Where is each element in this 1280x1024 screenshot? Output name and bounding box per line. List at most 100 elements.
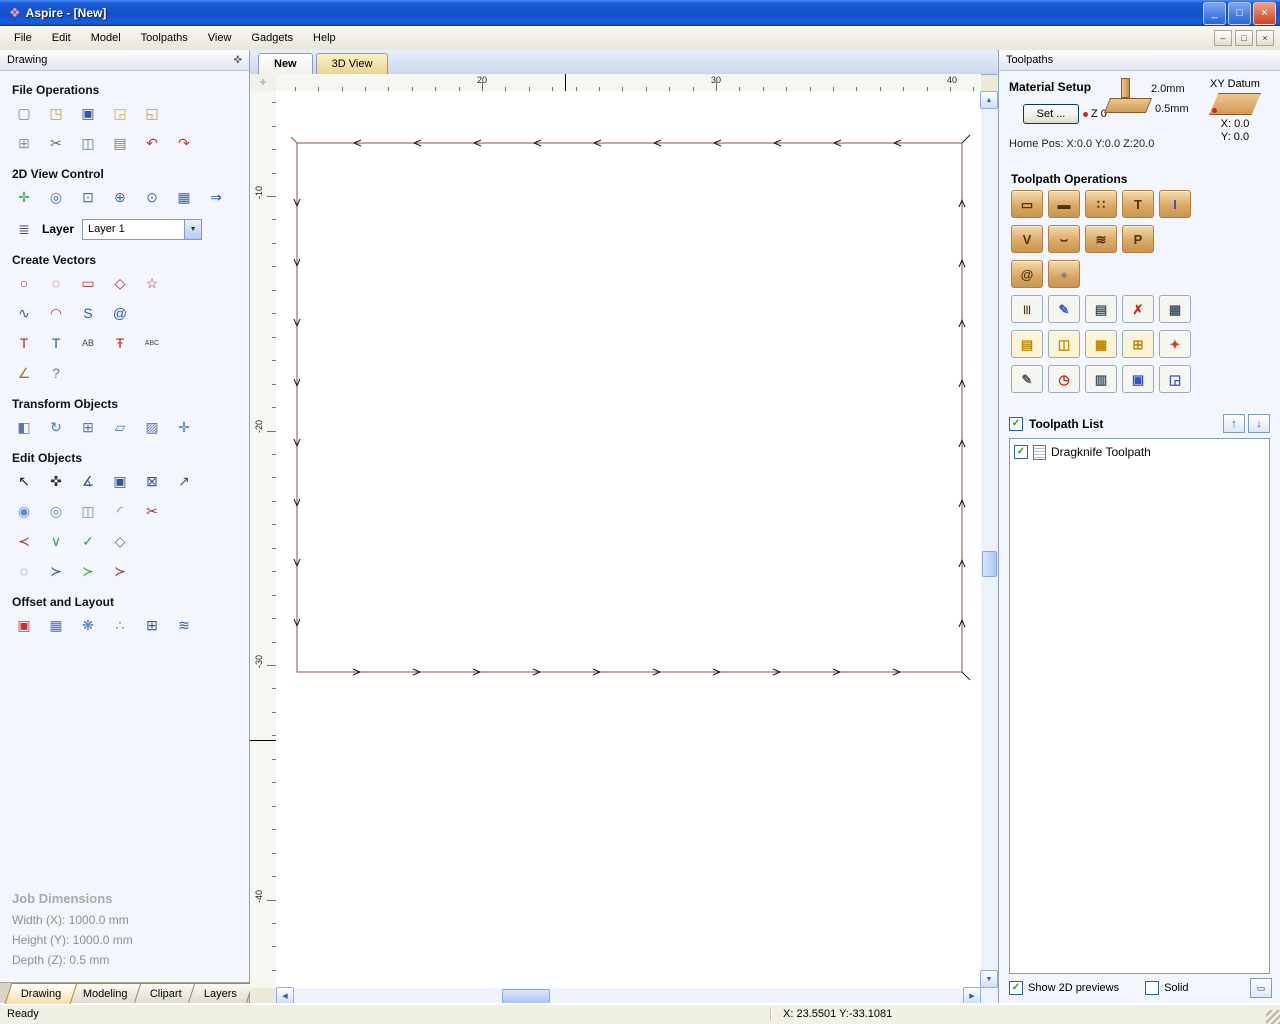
draw-polygon-icon[interactable]: ◇	[108, 271, 132, 295]
array-toolpath-icon[interactable]: ▦	[1085, 330, 1117, 358]
mirror-icon[interactable]: ◧	[12, 415, 36, 439]
nest-parts-icon[interactable]: ⊞	[140, 613, 164, 637]
clear-transform-icon[interactable]: ⊠	[140, 469, 164, 493]
join-with-curve-icon[interactable]: ≻	[76, 559, 100, 583]
open-examples-icon[interactable]: ◲	[108, 101, 132, 125]
menu-edit[interactable]: Edit	[42, 28, 81, 48]
draw-circle-icon[interactable]: ○	[12, 271, 36, 295]
node-edit-icon[interactable]: ✜	[44, 469, 68, 493]
trim-vectors-icon[interactable]: ✂	[140, 499, 164, 523]
menu-gadgets[interactable]: Gadgets	[241, 28, 303, 48]
solid-checkbox[interactable]	[1145, 981, 1160, 995]
show-2d-previews-checkbox[interactable]: ✓	[1009, 981, 1023, 995]
copy-along-vector-icon[interactable]: ∴	[108, 613, 132, 637]
toolpath-summary-icon[interactable]: ▥	[1085, 365, 1117, 393]
offset-vectors-icon[interactable]: ▣	[12, 613, 36, 637]
free-transform-icon[interactable]: ↗	[172, 469, 196, 493]
vertical-scroll-thumb[interactable]	[982, 551, 997, 577]
minimize-button[interactable]: _	[1203, 1, 1226, 25]
close-button[interactable]: ×	[1253, 1, 1276, 25]
maximize-button[interactable]: □	[1228, 1, 1251, 25]
drilling-toolpath-icon[interactable]: ∷	[1085, 190, 1117, 218]
zoom-interactive-icon[interactable]: ◎	[44, 185, 68, 209]
chevron-down-icon[interactable]: ▼	[184, 219, 202, 239]
engraving-toolpath-icon[interactable]: T	[1122, 190, 1154, 218]
toolpath-list-item[interactable]: ✓ Dragknife Toolpath	[1014, 443, 1265, 461]
curve-validator-icon[interactable]: ∨	[44, 529, 68, 553]
convert-curves-icon[interactable]: ◇	[108, 529, 132, 553]
pin-icon[interactable]: ✜	[234, 55, 242, 66]
move-up-button[interactable]: ↑	[1223, 414, 1245, 433]
text-box-icon[interactable]: T	[44, 331, 68, 355]
menu-view[interactable]: View	[198, 28, 242, 48]
simulate-toolpaths-icon[interactable]: ✦	[1159, 330, 1191, 358]
merge-toolpaths-icon[interactable]: ▤	[1011, 330, 1043, 358]
toolpath-template-icon[interactable]: ▤	[1085, 295, 1117, 323]
vector-texture-icon[interactable]: ≋	[172, 613, 196, 637]
paste-icon[interactable]: ▤	[108, 131, 132, 155]
zoom-selected-icon[interactable]: ⊙	[140, 185, 164, 209]
fit-check-icon[interactable]: ✓	[76, 529, 100, 553]
snap-grid-icon[interactable]: ▦	[172, 185, 196, 209]
draw-rectangle-icon[interactable]: ▭	[76, 271, 100, 295]
toolpath-list[interactable]: ✓ Dragknife Toolpath	[1009, 438, 1270, 974]
scale-icon[interactable]: ▱	[108, 415, 132, 439]
circular-copy-icon[interactable]: ❋	[76, 613, 100, 637]
preview-toolpaths-icon[interactable]: ✎	[1011, 365, 1043, 393]
switch-3d-view-icon[interactable]: ⇒	[204, 185, 228, 209]
export-toolpath-icon[interactable]: ◲	[1159, 365, 1191, 393]
vector-boundary-icon[interactable]: ?	[44, 361, 68, 385]
tool-database-icon[interactable]: |||	[1011, 295, 1043, 323]
select-icon[interactable]: ↖	[12, 469, 36, 493]
cut-icon[interactable]: ✂	[44, 131, 68, 155]
material-set-button[interactable]: Set ...	[1023, 104, 1079, 124]
fit-arc-icon[interactable]: ≺	[12, 529, 36, 553]
dock-panel-button[interactable]: ▭	[1250, 978, 1272, 998]
save-toolpath-icon[interactable]: ▣	[1122, 365, 1154, 393]
slice-vectors-icon[interactable]: ◫	[76, 499, 100, 523]
vector-drawing[interactable]	[276, 91, 981, 988]
redo-icon[interactable]: ↷	[172, 131, 196, 155]
toolpath-item-checkbox[interactable]: ✓	[1014, 445, 1028, 459]
save-file-icon[interactable]: ▣	[76, 101, 100, 125]
view-tab-3d-view[interactable]: 3D View	[315, 53, 389, 74]
panel-tab-modeling[interactable]: Modeling	[66, 983, 145, 1004]
fit-curve-icon[interactable]: S	[76, 301, 100, 325]
menu-toolpaths[interactable]: Toolpaths	[131, 28, 198, 48]
snap-move-icon[interactable]: ▣	[108, 469, 132, 493]
estimate-machining-time-icon[interactable]: ◷	[1048, 365, 1080, 393]
measure-icon[interactable]: ∡	[76, 469, 100, 493]
close-with-curve-icon[interactable]: ≻	[108, 559, 132, 583]
move-icon[interactable]: ✛	[172, 415, 196, 439]
edit-toolpath-icon[interactable]: ✎	[1048, 295, 1080, 323]
mdi-close-button[interactable]: ×	[1256, 30, 1274, 46]
zoom-extents-icon[interactable]: ⊕	[108, 185, 132, 209]
auto-text-icon[interactable]: AB	[76, 331, 100, 355]
draw-dimension-icon[interactable]: ∠	[12, 361, 36, 385]
menu-help[interactable]: Help	[303, 28, 346, 48]
tile-toolpaths-icon[interactable]: ⊞	[1122, 330, 1154, 358]
3d-roughing-toolpath-icon[interactable]: @	[1011, 260, 1043, 288]
new-file-icon[interactable]: ▢	[12, 101, 36, 125]
subtract-vectors-icon[interactable]: ◎	[44, 499, 68, 523]
view-tab-new[interactable]: New	[258, 53, 313, 74]
horizontal-scroll-thumb[interactable]	[502, 989, 550, 1004]
join-with-line-icon[interactable]: ≻	[44, 559, 68, 583]
draw-ellipse-icon[interactable]: ◌	[44, 271, 68, 295]
rotate-icon[interactable]: ↻	[44, 415, 68, 439]
distort-icon[interactable]: ▨	[140, 415, 164, 439]
mdi-minimize-button[interactable]: –	[1214, 30, 1232, 46]
panel-tab-drawing[interactable]: Drawing	[4, 983, 78, 1004]
draw-polyline-icon[interactable]: ∿	[12, 301, 36, 325]
layers-icon[interactable]: ≣	[12, 217, 36, 241]
open-file-icon[interactable]: ◳	[44, 101, 68, 125]
scroll-down-button[interactable]: ▼	[980, 970, 998, 988]
join-open-vectors-icon[interactable]: ◌	[12, 559, 36, 583]
mdi-restore-button[interactable]: □	[1235, 30, 1253, 46]
delete-toolpath-icon[interactable]: ✗	[1122, 295, 1154, 323]
text-arch-icon[interactable]: ABC	[140, 331, 164, 355]
menu-file[interactable]: File	[4, 28, 42, 48]
undo-icon[interactable]: ↶	[140, 131, 164, 155]
move-down-button[interactable]: ↓	[1248, 414, 1270, 433]
horizontal-scrollbar[interactable]: ◀ ▶	[276, 987, 981, 1005]
